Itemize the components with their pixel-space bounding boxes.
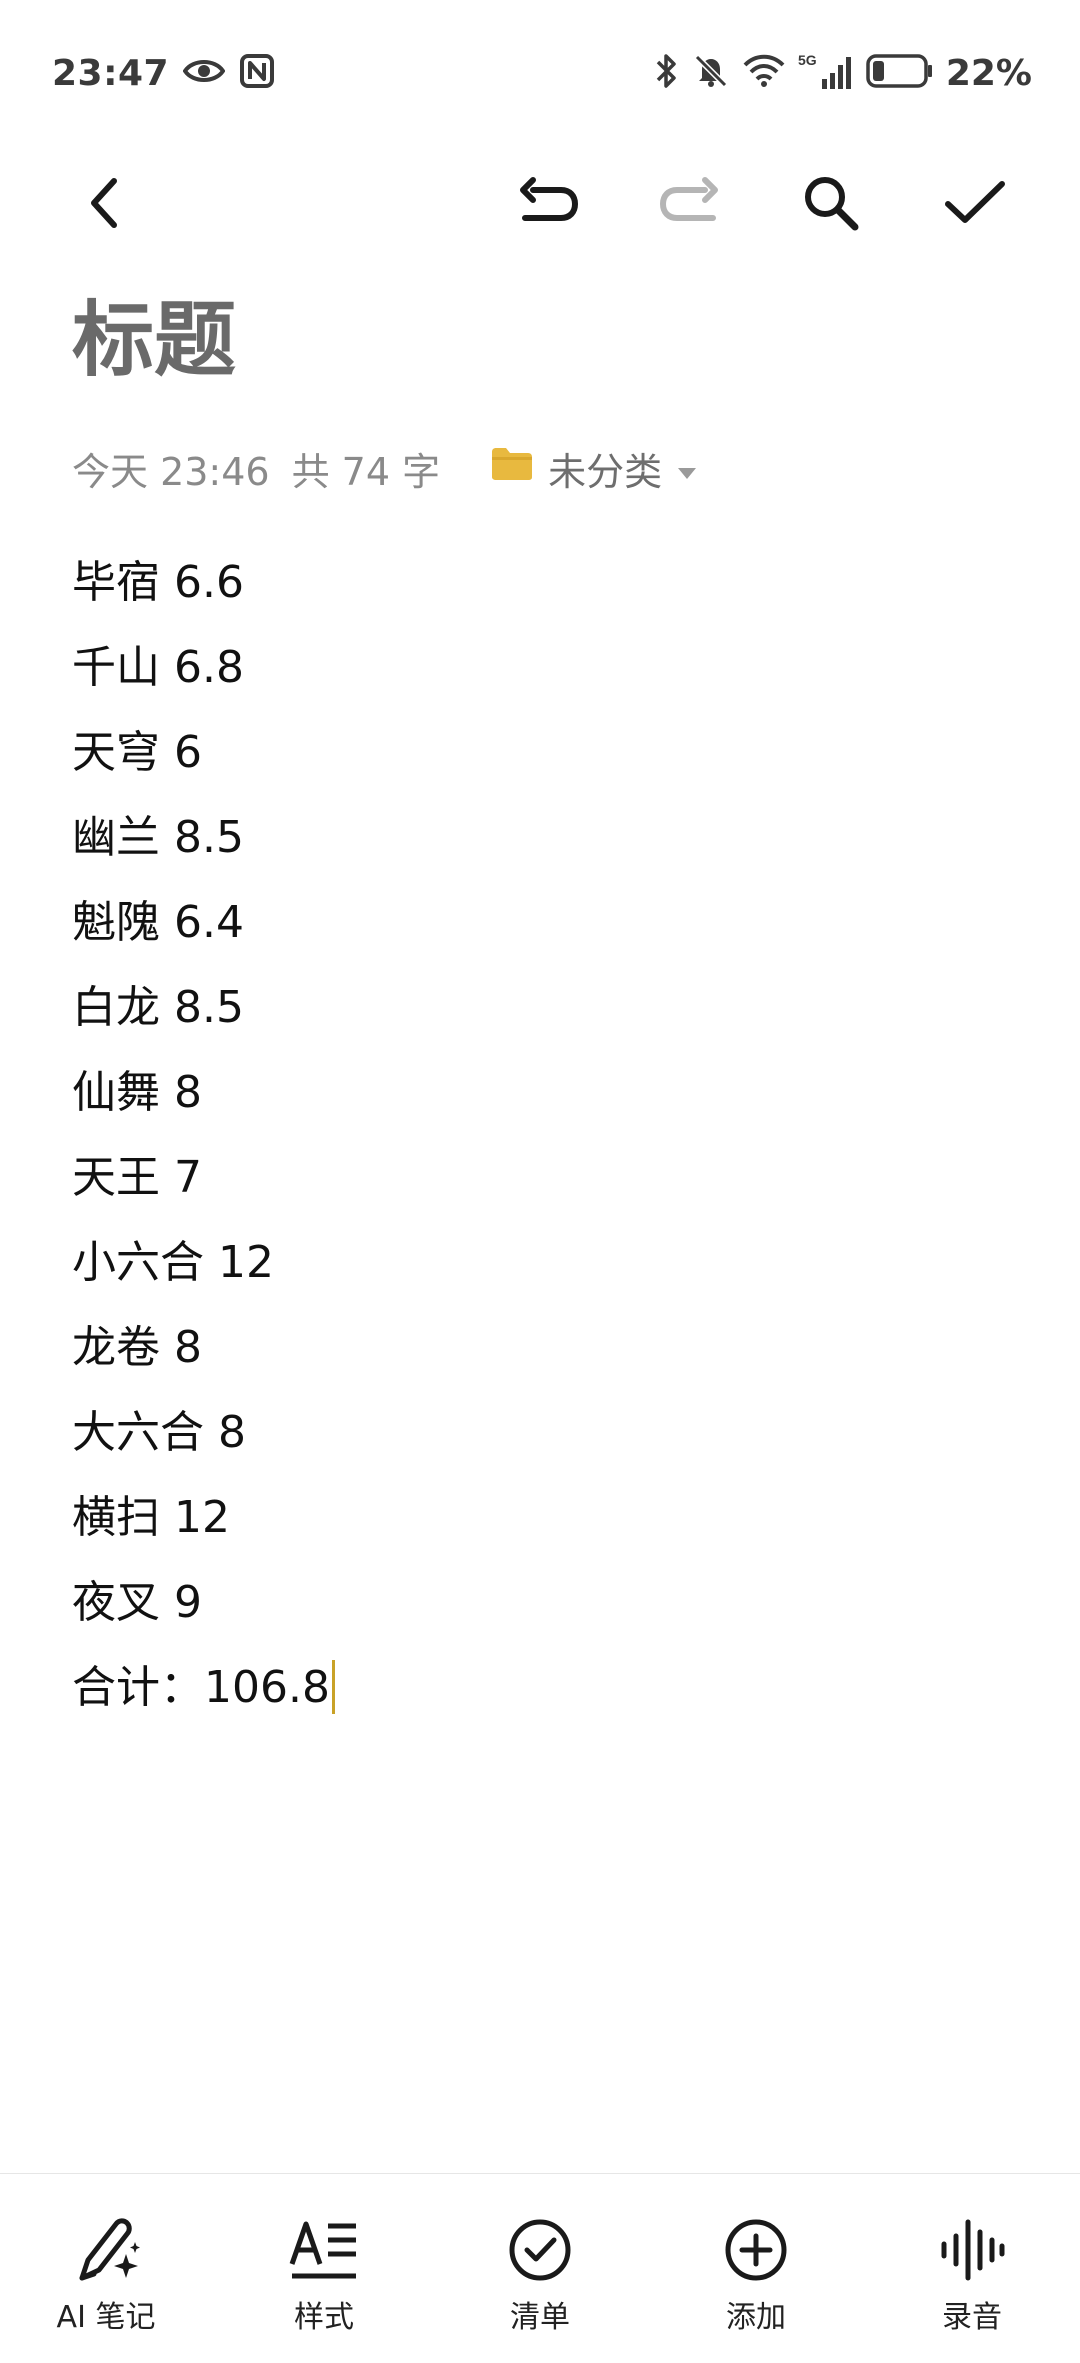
- add-button[interactable]: 添加: [666, 2212, 846, 2336]
- mute-icon: [692, 52, 730, 94]
- record-button[interactable]: 录音: [882, 2212, 1062, 2336]
- search-button[interactable]: [776, 150, 886, 260]
- wifi-icon: [742, 53, 786, 93]
- note-line: 仙舞 8: [72, 1067, 202, 1118]
- undo-icon: [517, 176, 581, 234]
- battery-icon: [866, 54, 934, 92]
- add-label: 添加: [726, 2300, 786, 2335]
- ai-pen-icon: [68, 2212, 144, 2288]
- bluetooth-icon: [654, 52, 680, 94]
- note-title[interactable]: 标题: [72, 300, 236, 382]
- bottom-toolbar: AI 笔记 样式 清单 添加 录音: [0, 2174, 1080, 2363]
- style-label: 样式: [294, 2300, 354, 2335]
- ai-note-label: AI 笔记: [56, 2300, 156, 2335]
- eye-icon: [182, 56, 226, 90]
- checklist-icon: [502, 2212, 578, 2288]
- note-line: 小六合 12: [72, 1237, 274, 1288]
- note-line: 大六合 8: [72, 1407, 246, 1458]
- note-line: 横扫 12: [72, 1492, 230, 1543]
- folder-icon: [490, 446, 534, 491]
- checklist-label: 清单: [510, 2300, 570, 2335]
- text-style-icon: [286, 2212, 362, 2288]
- battery-percent: 22%: [945, 52, 1032, 94]
- audio-wave-icon: [934, 2212, 1010, 2288]
- word-count: 共 74 字: [291, 449, 441, 494]
- note-line: 千山 6.8: [72, 642, 244, 693]
- signal-icon: 5G: [798, 51, 854, 95]
- note-line: 夜叉 9: [72, 1577, 202, 1628]
- folder-name: 未分类: [548, 449, 663, 494]
- checklist-button[interactable]: 清单: [450, 2212, 630, 2336]
- back-icon: [80, 173, 130, 237]
- undo-button[interactable]: [494, 150, 604, 260]
- redo-button[interactable]: [634, 150, 744, 260]
- status-bar: 23:47 5G 22%: [0, 0, 1080, 140]
- note-body[interactable]: 毕宿 6.6 千山 6.8 天穹 6 幽兰 8.5 魁隗 6.4 白龙 8.5 …: [72, 540, 1012, 1730]
- total-text: 合计：106.8: [72, 1662, 330, 1713]
- note-meta: 今天 23:46 共 74 字 未分类: [72, 438, 698, 498]
- dropdown-arrow-icon: [676, 446, 698, 490]
- add-circle-icon: [718, 2212, 794, 2288]
- folder-selector[interactable]: 未分类: [490, 441, 698, 496]
- redo-icon: [657, 176, 721, 234]
- nfc-icon: [239, 53, 275, 93]
- note-line: 幽兰 8.5: [72, 812, 244, 863]
- text-cursor: [331, 1660, 335, 1714]
- ai-note-button[interactable]: AI 笔记: [16, 2212, 196, 2336]
- note-line: 毕宿 6.6: [72, 557, 244, 608]
- note-line: 龙卷 8: [72, 1322, 202, 1373]
- check-icon: [943, 178, 1007, 232]
- done-button[interactable]: [920, 150, 1030, 260]
- status-right: 5G 22%: [654, 48, 1032, 98]
- editor-toolbar: [0, 150, 1080, 260]
- note-date: 今天 23:46: [72, 449, 270, 494]
- svg-text:5G: 5G: [798, 52, 817, 68]
- note-line-total: 合计：106.8: [72, 1645, 1012, 1730]
- note-line: 天王 7: [72, 1152, 202, 1203]
- note-line: 魁隗 6.4: [72, 897, 244, 948]
- note-line: 白龙 8.5: [72, 982, 244, 1033]
- note-line: 天穹 6: [72, 727, 202, 778]
- status-time: 23:47: [52, 52, 170, 94]
- record-label: 录音: [942, 2300, 1002, 2335]
- search-icon: [799, 171, 863, 239]
- back-button[interactable]: [50, 150, 160, 260]
- style-button[interactable]: 样式: [234, 2212, 414, 2336]
- status-left: 23:47: [52, 48, 275, 98]
